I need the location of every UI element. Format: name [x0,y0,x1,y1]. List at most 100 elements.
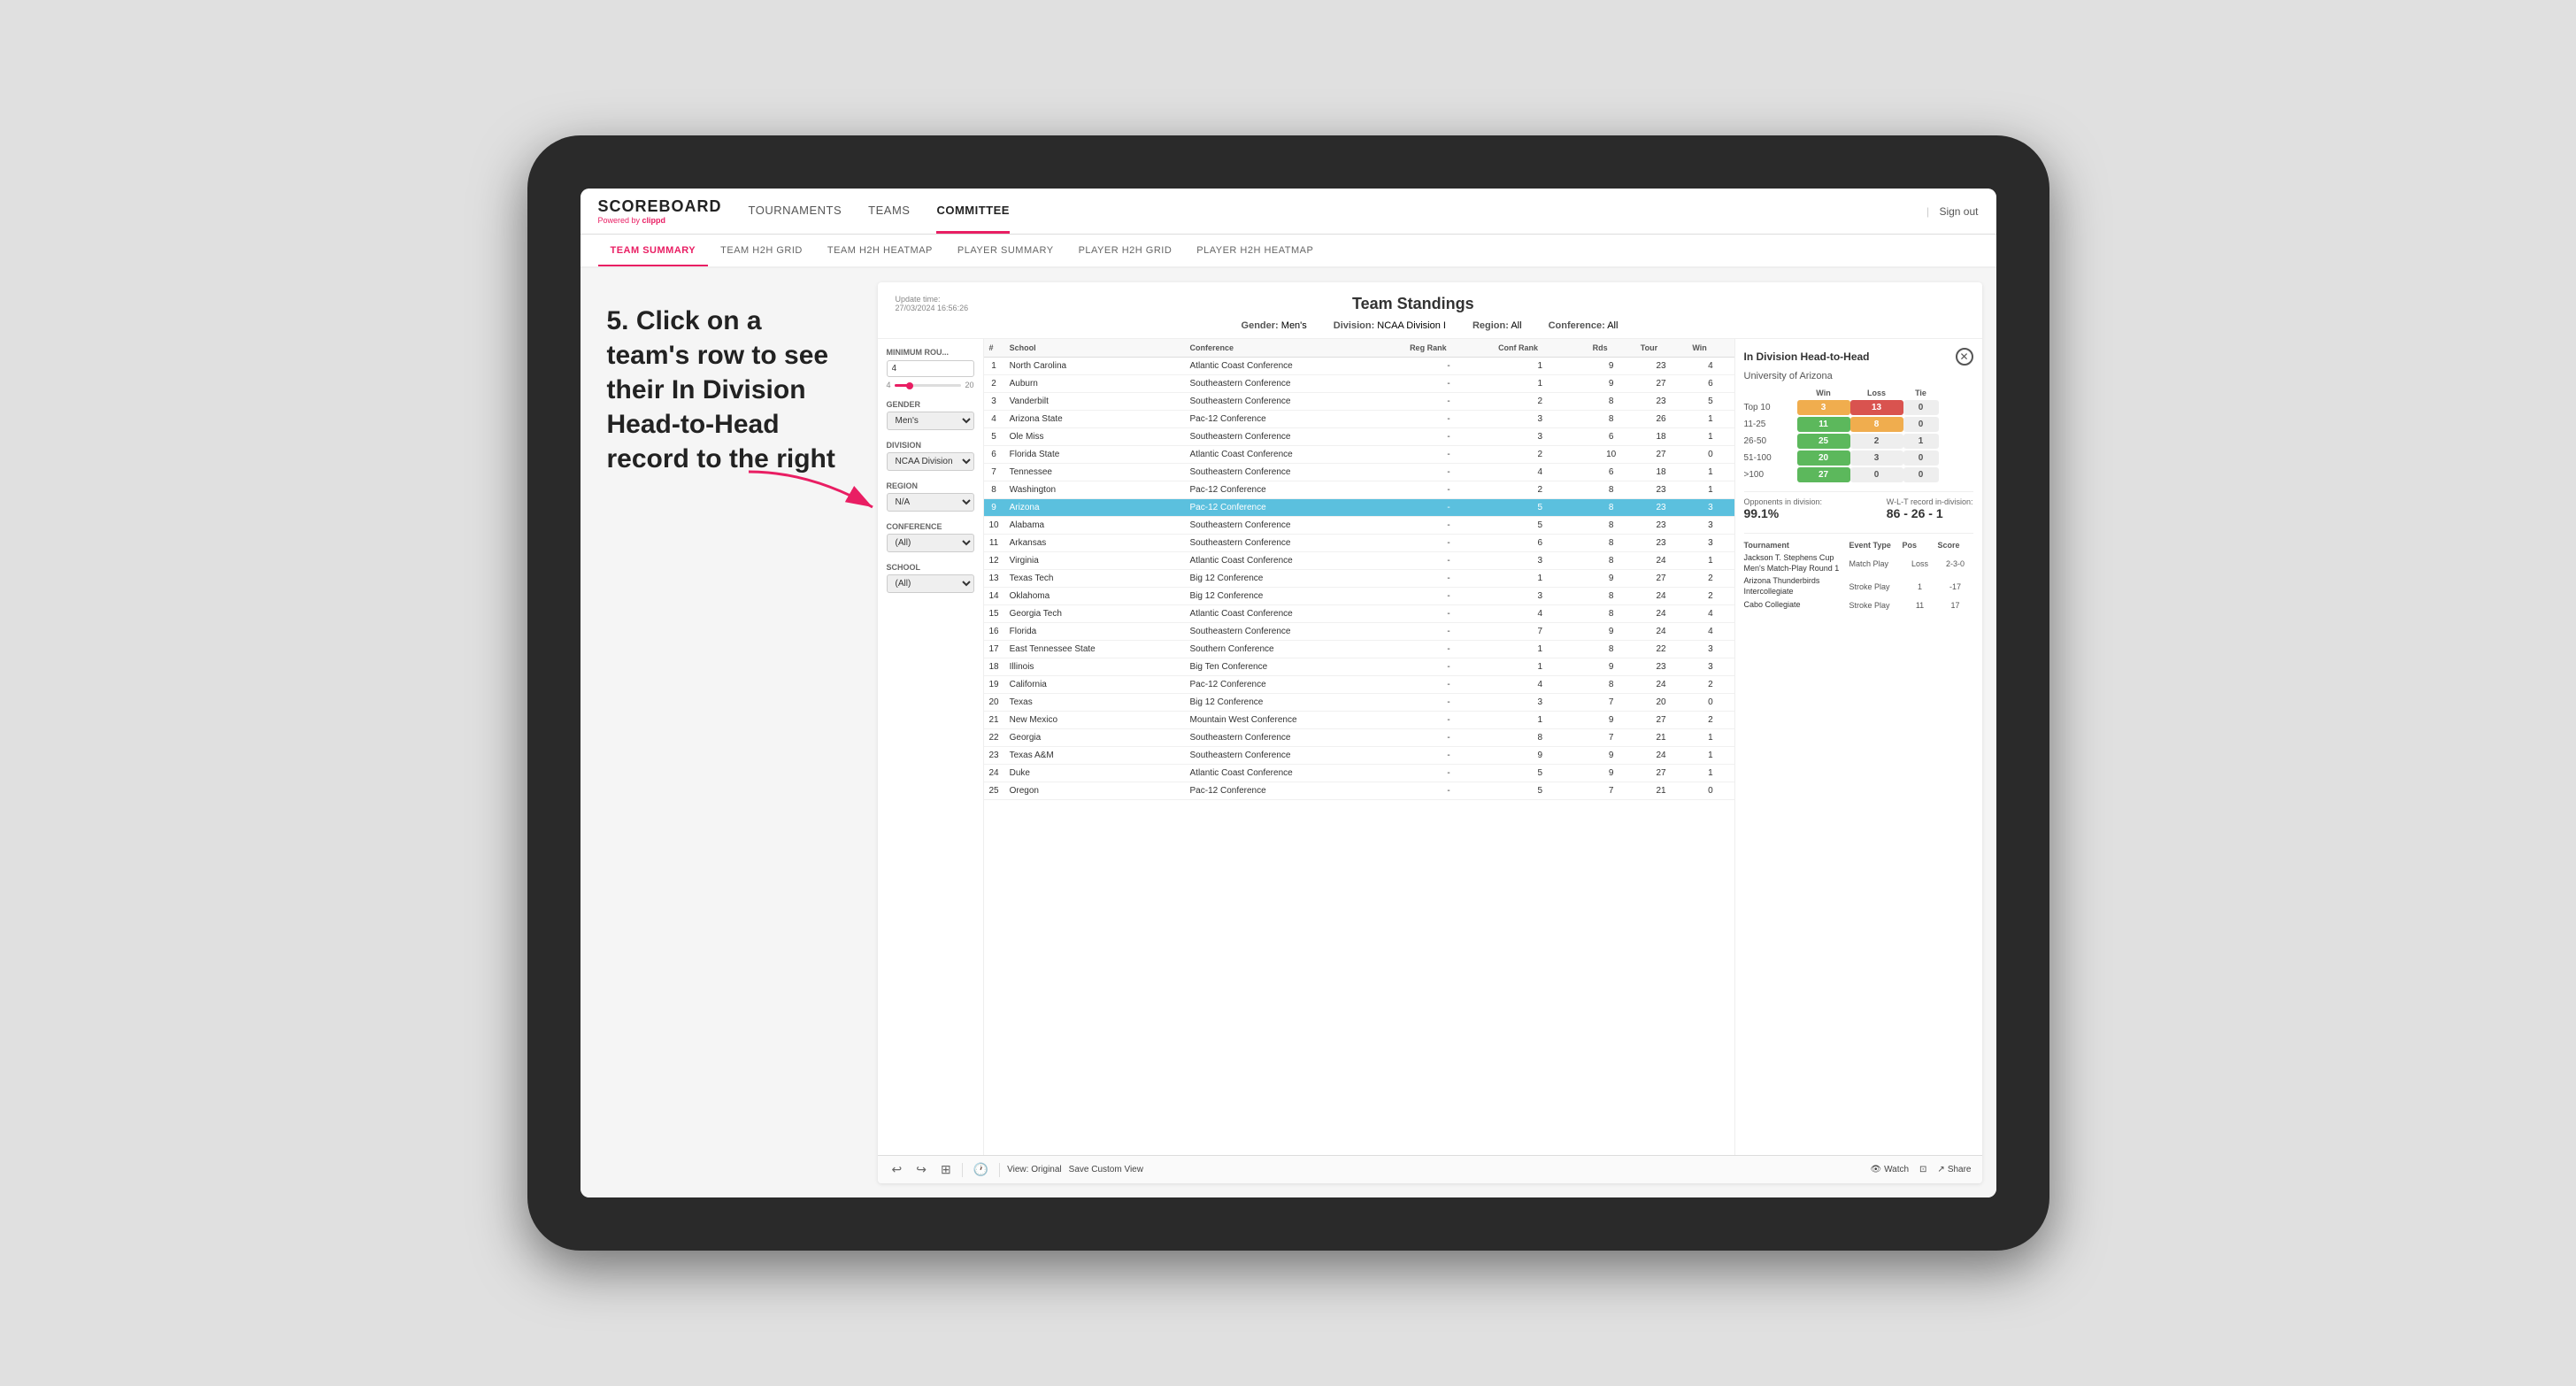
cell-rds: 9 [1588,765,1635,782]
table-row[interactable]: 16 Florida Southeastern Conference - 7 9… [984,623,1734,641]
top-nav: SCOREBOARD Powered by clippd TOURNAMENTS… [581,189,1996,235]
region-select[interactable]: N/A [887,493,974,512]
h2h-loss-cell: 8 [1850,417,1903,432]
tourn-type: Match Play [1849,559,1903,568]
table-row[interactable]: 8 Washington Pac-12 Conference - 2 8 23 … [984,481,1734,499]
redo-button[interactable]: ↪ [912,1160,930,1179]
view-original-btn[interactable]: View: Original [1007,1165,1062,1174]
standings-table: # School Conference Reg Rank Conf Rank R… [984,339,1734,800]
cell-rank: 16 [984,623,1004,641]
cell-conf-rank: 1 [1493,358,1588,375]
cell-school: Alabama [1004,517,1185,535]
conference-filter: Conference: All [1549,320,1619,331]
table-row[interactable]: 1 North Carolina Atlantic Coast Conferen… [984,358,1734,375]
cell-win: 4 [1687,605,1734,623]
gender-select[interactable]: Men's [887,412,974,430]
toolbar-divider-1 [962,1163,963,1177]
cell-tour: 24 [1635,676,1688,694]
table-row[interactable]: 13 Texas Tech Big 12 Conference - 1 9 27… [984,570,1734,588]
cell-rds: 8 [1588,552,1635,570]
table-row[interactable]: 20 Texas Big 12 Conference - 3 7 20 0 [984,694,1734,712]
copy-button[interactable]: ⊞ [937,1160,955,1179]
cell-tour: 23 [1635,481,1688,499]
toolbar-right: 👁 Watch ⊡ ↗ Share [1870,1165,1971,1174]
sign-out-link[interactable]: Sign out [1939,205,1978,218]
sub-nav-team-summary[interactable]: TEAM SUMMARY [598,236,709,266]
table-row[interactable]: 15 Georgia Tech Atlantic Coast Conferenc… [984,605,1734,623]
tourn-name: Arizona Thunderbirds Intercollegiate [1744,576,1849,597]
cell-rank: 7 [984,464,1004,481]
cell-win: 1 [1687,729,1734,747]
table-row[interactable]: 5 Ole Miss Southeastern Conference - 3 6… [984,428,1734,446]
table-area: # School Conference Reg Rank Conf Rank R… [984,339,1734,1155]
tourn-type: Stroke Play [1849,582,1903,591]
division-label: Division [887,441,974,450]
undo-button[interactable]: ↩ [888,1160,906,1179]
h2h-loss-cell: 3 [1850,450,1903,466]
h2h-tie-cell: 1 [1903,434,1939,449]
sub-nav-player-h2h-grid[interactable]: PLAYER H2H GRID [1066,236,1185,266]
sub-nav-team-h2h-grid[interactable]: TEAM H2H GRID [708,236,815,266]
col-conference: Conference [1185,339,1405,358]
sub-nav-player-summary[interactable]: PLAYER SUMMARY [945,236,1066,266]
cell-reg-rank: - [1404,517,1493,535]
cell-reg-rank: - [1404,605,1493,623]
table-row[interactable]: 19 California Pac-12 Conference - 4 8 24… [984,676,1734,694]
cell-tour: 26 [1635,411,1688,428]
h2h-row-label: 26-50 [1744,436,1797,446]
display-button[interactable]: ⊡ [1919,1165,1926,1174]
conference-select[interactable]: (All) [887,534,974,552]
conference-group: Conference (All) [887,522,974,552]
table-row[interactable]: 10 Alabama Southeastern Conference - 5 8… [984,517,1734,535]
cell-conference: Southeastern Conference [1185,517,1405,535]
table-row[interactable]: 4 Arizona State Pac-12 Conference - 3 8 … [984,411,1734,428]
cell-rank: 2 [984,375,1004,393]
table-row[interactable]: 7 Tennessee Southeastern Conference - 4 … [984,464,1734,481]
table-row[interactable]: 22 Georgia Southeastern Conference - 8 7… [984,729,1734,747]
nav-committee[interactable]: COMMITTEE [936,189,1010,234]
h2h-data-row: >100 27 0 0 [1744,467,1973,482]
school-select[interactable]: (All) [887,574,974,593]
cell-school: Florida [1004,623,1185,641]
h2h-tie-cell: 0 [1903,467,1939,482]
table-row[interactable]: 3 Vanderbilt Southeastern Conference - 2… [984,393,1734,411]
cell-rank: 24 [984,765,1004,782]
sign-out-area: | Sign out [1926,205,1979,218]
clock-button[interactable]: 🕐 [970,1160,992,1179]
sub-nav-player-h2h-heatmap[interactable]: PLAYER H2H HEATMAP [1184,236,1326,266]
table-row[interactable]: 9 Arizona Pac-12 Conference - 5 8 23 3 [984,499,1734,517]
cell-school: Georgia Tech [1004,605,1185,623]
nav-teams[interactable]: TEAMS [868,189,910,234]
cell-conf-rank: 5 [1493,517,1588,535]
table-row[interactable]: 17 East Tennessee State Southern Confere… [984,641,1734,658]
table-row[interactable]: 18 Illinois Big Ten Conference - 1 9 23 … [984,658,1734,676]
cell-rank: 3 [984,393,1004,411]
table-row[interactable]: 2 Auburn Southeastern Conference - 1 9 2… [984,375,1734,393]
table-row[interactable]: 23 Texas A&M Southeastern Conference - 9… [984,747,1734,765]
table-row[interactable]: 14 Oklahoma Big 12 Conference - 3 8 24 2 [984,588,1734,605]
division-select[interactable]: NCAA Division I [887,452,974,471]
cell-rds: 6 [1588,464,1635,481]
cell-reg-rank: - [1404,588,1493,605]
cell-conference: Southeastern Conference [1185,535,1405,552]
cell-conf-rank: 8 [1493,729,1588,747]
h2h-win-cell: 11 [1797,417,1850,432]
h2h-win-cell: 20 [1797,450,1850,466]
share-button[interactable]: ↗ Share [1937,1165,1971,1174]
save-custom-btn[interactable]: Save Custom View [1069,1165,1143,1174]
nav-tournaments[interactable]: TOURNAMENTS [749,189,842,234]
watch-button[interactable]: 👁 Watch [1870,1165,1909,1174]
cell-conference: Southern Conference [1185,641,1405,658]
table-row[interactable]: 24 Duke Atlantic Coast Conference - 5 9 … [984,765,1734,782]
table-row[interactable]: 25 Oregon Pac-12 Conference - 5 7 21 0 [984,782,1734,800]
h2h-tie-cell: 0 [1903,450,1939,466]
sub-nav-team-h2h-heatmap[interactable]: TEAM H2H HEATMAP [815,236,945,266]
cell-rds: 9 [1588,358,1635,375]
table-row[interactable]: 6 Florida State Atlantic Coast Conferenc… [984,446,1734,464]
min-rounds-input[interactable] [887,360,974,377]
cell-rds: 8 [1588,393,1635,411]
table-row[interactable]: 12 Virginia Atlantic Coast Conference - … [984,552,1734,570]
h2h-close-button[interactable]: ✕ [1956,348,1973,366]
table-row[interactable]: 21 New Mexico Mountain West Conference -… [984,712,1734,729]
table-row[interactable]: 11 Arkansas Southeastern Conference - 6 … [984,535,1734,552]
